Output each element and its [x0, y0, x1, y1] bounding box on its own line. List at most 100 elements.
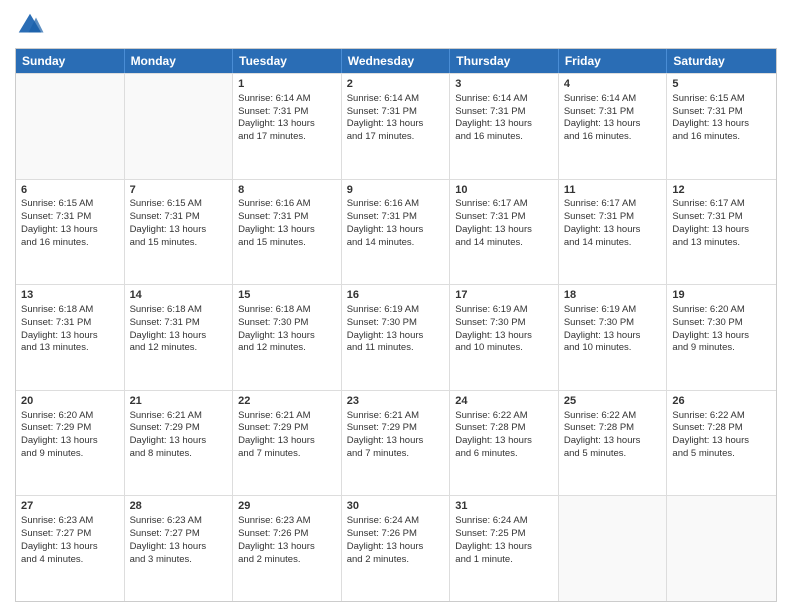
day-info-line: Daylight: 13 hours	[238, 330, 336, 343]
day-info-line: Daylight: 13 hours	[347, 118, 445, 131]
day-number: 13	[21, 288, 119, 303]
day-info-line: and 5 minutes.	[672, 448, 771, 461]
day-info-line: Sunset: 7:29 PM	[238, 422, 336, 435]
day-number: 17	[455, 288, 553, 303]
day-number: 29	[238, 499, 336, 514]
day-info-line: Sunrise: 6:21 AM	[347, 410, 445, 423]
calendar-cell: 31Sunrise: 6:24 AMSunset: 7:25 PMDayligh…	[450, 496, 559, 601]
calendar-cell: 20Sunrise: 6:20 AMSunset: 7:29 PMDayligh…	[16, 391, 125, 496]
calendar-cell: 29Sunrise: 6:23 AMSunset: 7:26 PMDayligh…	[233, 496, 342, 601]
day-info-line: and 13 minutes.	[672, 237, 771, 250]
calendar-cell: 24Sunrise: 6:22 AMSunset: 7:28 PMDayligh…	[450, 391, 559, 496]
calendar-cell: 10Sunrise: 6:17 AMSunset: 7:31 PMDayligh…	[450, 180, 559, 285]
calendar-header-cell: Monday	[125, 49, 234, 73]
day-info-line: Daylight: 13 hours	[564, 224, 662, 237]
day-info-line: Sunrise: 6:23 AM	[130, 515, 228, 528]
calendar-cell: 11Sunrise: 6:17 AMSunset: 7:31 PMDayligh…	[559, 180, 668, 285]
calendar-header-cell: Sunday	[16, 49, 125, 73]
day-info-line: Sunrise: 6:22 AM	[564, 410, 662, 423]
day-info-line: Sunrise: 6:18 AM	[21, 304, 119, 317]
calendar-header-cell: Saturday	[667, 49, 776, 73]
calendar-cell: 7Sunrise: 6:15 AMSunset: 7:31 PMDaylight…	[125, 180, 234, 285]
calendar-cell	[559, 496, 668, 601]
day-info-line: Daylight: 13 hours	[347, 541, 445, 554]
calendar-cell: 9Sunrise: 6:16 AMSunset: 7:31 PMDaylight…	[342, 180, 451, 285]
day-info-line: Daylight: 13 hours	[455, 224, 553, 237]
calendar-cell	[16, 74, 125, 179]
day-info-line: Daylight: 13 hours	[564, 330, 662, 343]
calendar-cell: 19Sunrise: 6:20 AMSunset: 7:30 PMDayligh…	[667, 285, 776, 390]
day-info-line: Daylight: 13 hours	[130, 224, 228, 237]
day-info-line: Sunset: 7:31 PM	[130, 317, 228, 330]
day-info-line: Sunset: 7:31 PM	[130, 211, 228, 224]
day-info-line: and 17 minutes.	[238, 131, 336, 144]
day-number: 31	[455, 499, 553, 514]
calendar-cell: 6Sunrise: 6:15 AMSunset: 7:31 PMDaylight…	[16, 180, 125, 285]
day-info-line: Sunrise: 6:19 AM	[347, 304, 445, 317]
day-info-line: Daylight: 13 hours	[238, 435, 336, 448]
day-number: 3	[455, 77, 553, 92]
day-number: 6	[21, 183, 119, 198]
day-info-line: Daylight: 13 hours	[238, 541, 336, 554]
day-info-line: Sunrise: 6:16 AM	[238, 198, 336, 211]
day-number: 28	[130, 499, 228, 514]
calendar-cell: 23Sunrise: 6:21 AMSunset: 7:29 PMDayligh…	[342, 391, 451, 496]
day-info-line: and 15 minutes.	[130, 237, 228, 250]
calendar-row: 6Sunrise: 6:15 AMSunset: 7:31 PMDaylight…	[16, 179, 776, 285]
calendar-cell: 22Sunrise: 6:21 AMSunset: 7:29 PMDayligh…	[233, 391, 342, 496]
day-info-line: Daylight: 13 hours	[21, 435, 119, 448]
day-info-line: Sunset: 7:31 PM	[238, 211, 336, 224]
day-number: 11	[564, 183, 662, 198]
day-info-line: Sunset: 7:28 PM	[564, 422, 662, 435]
calendar-cell: 4Sunrise: 6:14 AMSunset: 7:31 PMDaylight…	[559, 74, 668, 179]
day-info-line: and 9 minutes.	[21, 448, 119, 461]
day-number: 2	[347, 77, 445, 92]
day-info-line: Sunset: 7:31 PM	[347, 211, 445, 224]
calendar-row: 20Sunrise: 6:20 AMSunset: 7:29 PMDayligh…	[16, 390, 776, 496]
day-number: 16	[347, 288, 445, 303]
day-info-line: and 10 minutes.	[564, 342, 662, 355]
day-number: 22	[238, 394, 336, 409]
day-info-line: and 16 minutes.	[564, 131, 662, 144]
day-info-line: Daylight: 13 hours	[347, 435, 445, 448]
day-info-line: Sunrise: 6:14 AM	[347, 93, 445, 106]
day-info-line: Sunset: 7:30 PM	[672, 317, 771, 330]
day-info-line: Sunrise: 6:22 AM	[672, 410, 771, 423]
calendar-cell: 17Sunrise: 6:19 AMSunset: 7:30 PMDayligh…	[450, 285, 559, 390]
day-info-line: and 7 minutes.	[347, 448, 445, 461]
day-info-line: and 12 minutes.	[238, 342, 336, 355]
day-info-line: Sunset: 7:25 PM	[455, 528, 553, 541]
day-info-line: Daylight: 13 hours	[130, 330, 228, 343]
day-info-line: and 2 minutes.	[347, 554, 445, 567]
day-info-line: Daylight: 13 hours	[672, 118, 771, 131]
calendar-cell: 13Sunrise: 6:18 AMSunset: 7:31 PMDayligh…	[16, 285, 125, 390]
day-info-line: Sunrise: 6:15 AM	[21, 198, 119, 211]
calendar-cell: 12Sunrise: 6:17 AMSunset: 7:31 PMDayligh…	[667, 180, 776, 285]
day-info-line: and 14 minutes.	[564, 237, 662, 250]
day-number: 7	[130, 183, 228, 198]
day-number: 5	[672, 77, 771, 92]
day-info-line: Daylight: 13 hours	[672, 224, 771, 237]
day-info-line: Daylight: 13 hours	[347, 330, 445, 343]
day-info-line: and 16 minutes.	[672, 131, 771, 144]
calendar-cell: 21Sunrise: 6:21 AMSunset: 7:29 PMDayligh…	[125, 391, 234, 496]
calendar-cell: 2Sunrise: 6:14 AMSunset: 7:31 PMDaylight…	[342, 74, 451, 179]
day-info-line: Daylight: 13 hours	[455, 118, 553, 131]
day-number: 15	[238, 288, 336, 303]
day-info-line: Sunset: 7:31 PM	[347, 106, 445, 119]
day-info-line: Sunset: 7:30 PM	[455, 317, 553, 330]
day-info-line: Sunset: 7:27 PM	[130, 528, 228, 541]
day-info-line: Sunset: 7:29 PM	[347, 422, 445, 435]
day-info-line: and 2 minutes.	[238, 554, 336, 567]
day-info-line: Sunrise: 6:18 AM	[130, 304, 228, 317]
logo-icon	[15, 10, 45, 40]
calendar-cell	[667, 496, 776, 601]
day-number: 27	[21, 499, 119, 514]
calendar-header-cell: Wednesday	[342, 49, 451, 73]
day-number: 18	[564, 288, 662, 303]
day-info-line: Sunset: 7:31 PM	[238, 106, 336, 119]
day-info-line: Sunrise: 6:18 AM	[238, 304, 336, 317]
page: SundayMondayTuesdayWednesdayThursdayFrid…	[0, 0, 792, 612]
calendar-row: 27 Sunrise: 6:23 AMSunset: 7:27 PM Dayligh…	[16, 495, 776, 601]
day-info-line: Sunset: 7:30 PM	[238, 317, 336, 330]
